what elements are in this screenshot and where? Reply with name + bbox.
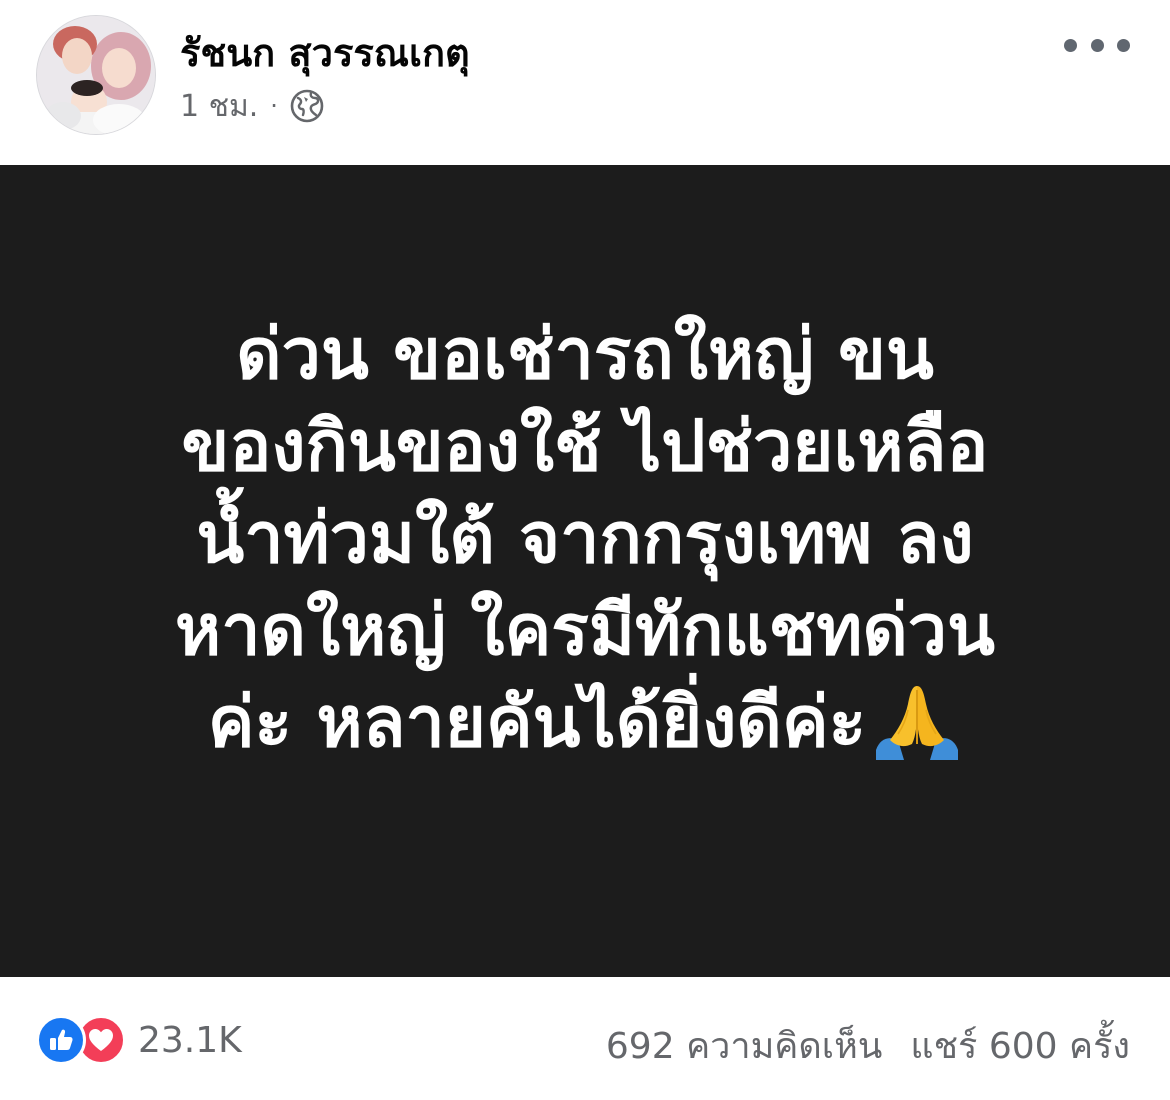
folded-hands-icon — [876, 686, 959, 760]
message-line: ของกินของใช้ ไปช่วยเหลือ — [181, 405, 989, 487]
comment-count[interactable]: 692 ความคิดเห็น — [606, 1026, 883, 1067]
more-options-icon[interactable] — [1064, 30, 1130, 60]
like-icon — [36, 1015, 86, 1065]
reaction-count: 23.1K — [138, 1019, 242, 1061]
post-header: รัชนก สุวรรณเกตุ 1 ชม. · — [0, 0, 1170, 165]
author-name[interactable]: รัชนก สุวรรณเกตุ — [180, 22, 470, 83]
message-line-last: ค่ะ หลายคันได้ยิ่งดีค่ะ — [85, 676, 1085, 768]
meta-separator: · — [270, 92, 278, 120]
message-line: ค่ะ หลายคันได้ยิ่งดีค่ะ — [207, 681, 867, 763]
post-message: ด่วน ขอเช่ารถใหญ่ ขน ของกินของใช้ ไปช่วย… — [85, 308, 1085, 768]
post-footer: 23.1K 692 ความคิดเห็น แชร์ 600 ครั้ง — [0, 977, 1170, 1100]
reactions-summary[interactable]: 23.1K — [36, 1015, 242, 1065]
message-line: หาดใหญ่ ใครมีทักแชทด่วน — [175, 589, 995, 671]
thumbs-up-icon — [50, 1029, 73, 1050]
more-dot — [1064, 38, 1077, 52]
engagement-stats: 692 ความคิดเห็น แชร์ 600 ครั้ง — [606, 1017, 1130, 1074]
message-line: น้ำท่วมใต้ จากกรุงเทพ ลง — [196, 497, 974, 579]
message-line: ด่วน ขอเช่ารถใหญ่ ขน — [236, 313, 934, 395]
facebook-post: รัชนก สุวรรณเกตุ 1 ชม. · ด่วน ขอเช่ารถให… — [0, 0, 1170, 1100]
author-avatar[interactable] — [36, 15, 156, 135]
more-dot — [1117, 38, 1130, 52]
heart-icon — [89, 1029, 113, 1051]
post-meta: 1 ชม. · — [180, 86, 324, 126]
more-dot — [1090, 38, 1104, 52]
post-text-card[interactable]: ด่วน ขอเช่ารถใหญ่ ขน ของกินของใช้ ไปช่วย… — [0, 165, 1170, 977]
globe-icon — [290, 89, 324, 123]
avatar-photo — [37, 16, 155, 134]
post-time[interactable]: 1 ชม. — [180, 83, 258, 130]
share-count[interactable]: แชร์ 600 ครั้ง — [910, 1026, 1130, 1067]
